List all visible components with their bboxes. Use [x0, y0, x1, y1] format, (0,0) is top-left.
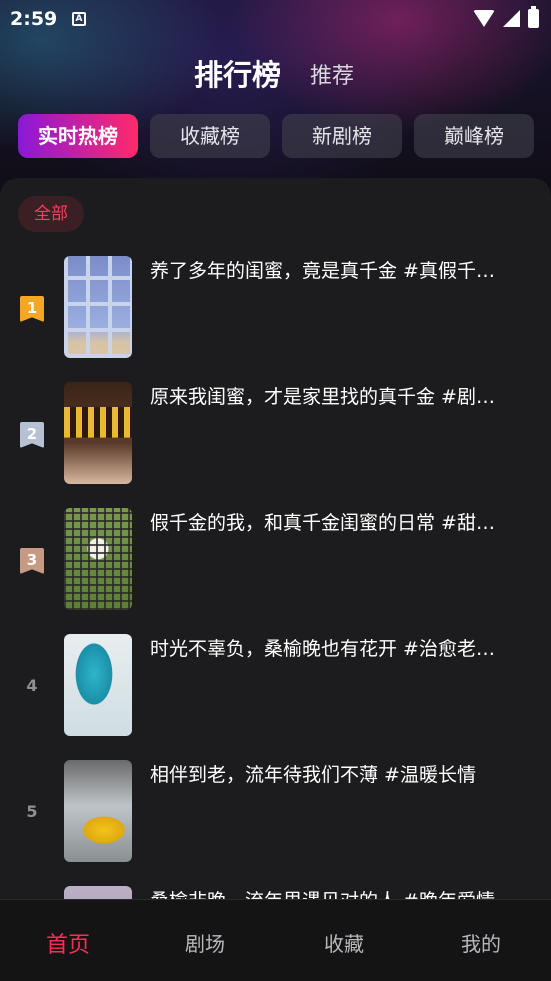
- nav-home[interactable]: 首页: [46, 927, 90, 959]
- tab-new-drama[interactable]: 新剧榜: [282, 114, 402, 158]
- nav-theater[interactable]: 剧场: [185, 928, 225, 957]
- page-title[interactable]: 排行榜: [194, 52, 281, 94]
- tab-realtime-hot[interactable]: 实时热榜: [18, 114, 138, 158]
- battery-icon: [528, 6, 539, 28]
- drama-title: 相伴到老，流年待我们不薄 #温暖长情: [150, 764, 476, 786]
- rank-number: 5: [26, 802, 38, 821]
- status-icons: [473, 6, 539, 28]
- drama-thumbnail[interactable]: [64, 760, 132, 862]
- drama-title: 养了多年的闺蜜，竟是真千金 #真假千…: [150, 260, 495, 282]
- filter-chip-all[interactable]: 全部: [18, 196, 84, 232]
- status-bar: 2:59 A: [0, 0, 551, 40]
- list-item[interactable]: 4 时光不辜负，桑榆晚也有花开 #治愈老…: [0, 634, 551, 760]
- drama-title: 原来我闺蜜，才是家里找的真千金 #剧…: [150, 386, 495, 408]
- list-item[interactable]: 2 原来我闺蜜，才是家里找的真千金 #剧…: [0, 382, 551, 508]
- ranking-panel: 全部 1 养了多年的闺蜜，竟是真千金 #真假千… 2 原来我闺蜜，才是家里找的真…: [0, 178, 551, 900]
- list-item[interactable]: 3 假千金的我，和真千金闺蜜的日常 #甜…: [0, 508, 551, 634]
- drama-thumbnail[interactable]: [64, 508, 132, 610]
- drama-thumbnail[interactable]: [64, 886, 132, 900]
- list-item[interactable]: 桑榆非晚，流年里遇见对的人 #晚年爱情: [0, 886, 551, 900]
- tab-favorites[interactable]: 收藏榜: [150, 114, 270, 158]
- drama-thumbnail[interactable]: [64, 256, 132, 358]
- ranking-tabs: 实时热榜 收藏榜 新剧榜 巅峰榜: [18, 114, 534, 158]
- rank-badge-gold: 1: [20, 296, 44, 322]
- drama-thumbnail[interactable]: [64, 634, 132, 736]
- nav-profile[interactable]: 我的: [461, 928, 501, 957]
- drama-thumbnail[interactable]: [64, 382, 132, 484]
- wifi-icon: [473, 10, 495, 27]
- tab-peak[interactable]: 巅峰榜: [414, 114, 534, 158]
- rank-number: 4: [26, 676, 38, 695]
- recommend-tab[interactable]: 推荐: [310, 58, 354, 90]
- list-item[interactable]: 5 相伴到老，流年待我们不薄 #温暖长情: [0, 760, 551, 886]
- nav-favorites[interactable]: 收藏: [324, 928, 364, 957]
- ranking-list: 1 养了多年的闺蜜，竟是真千金 #真假千… 2 原来我闺蜜，才是家里找的真千金 …: [0, 256, 551, 900]
- app-notification-icon: A: [72, 12, 86, 26]
- drama-title: 时光不辜负，桑榆晚也有花开 #治愈老…: [150, 638, 495, 660]
- drama-title: 假千金的我，和真千金闺蜜的日常 #甜…: [150, 512, 495, 534]
- signal-icon: [503, 10, 520, 27]
- list-item[interactable]: 1 养了多年的闺蜜，竟是真千金 #真假千…: [0, 256, 551, 382]
- status-time: 2:59: [10, 8, 58, 30]
- rank-badge-bronze: 3: [20, 548, 44, 574]
- bottom-navigation: 首页 剧场 收藏 我的: [0, 899, 551, 981]
- page-header: 排行榜 推荐: [0, 50, 551, 94]
- rank-badge-silver: 2: [20, 422, 44, 448]
